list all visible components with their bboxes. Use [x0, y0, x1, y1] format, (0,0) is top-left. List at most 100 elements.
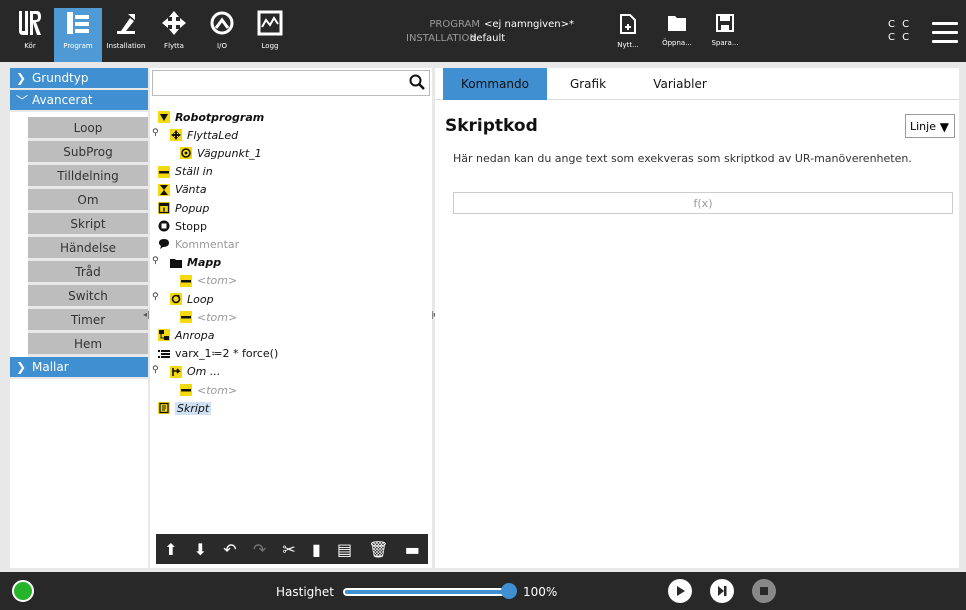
save-button-label: Spara... — [711, 39, 739, 47]
tree-node-label: Om ... — [187, 365, 221, 379]
search-icon[interactable] — [409, 74, 425, 94]
tree-node[interactable]: <tom> — [180, 308, 237, 326]
tree-node[interactable]: Vänta — [158, 181, 207, 199]
open-button-label: Öppna... — [662, 39, 692, 47]
tree-node-label: Anropa — [175, 328, 215, 342]
new-file-icon — [620, 14, 636, 34]
tree-node[interactable]: Ställ in — [158, 163, 213, 181]
cut-icon[interactable]: ✂ — [282, 540, 295, 559]
nav-log[interactable]: Logg — [246, 8, 294, 62]
undo-icon[interactable]: ↶ — [223, 540, 236, 559]
empty-icon — [180, 274, 192, 287]
tree-node[interactable]: Loop — [170, 290, 214, 308]
tree-toolbar: ⬆ ⬇ ↶ ↷ ✂ ▮ ▤ 🗑 ▬ — [156, 534, 428, 564]
new-button[interactable]: Nytt... — [608, 14, 648, 49]
open-button[interactable]: Öppna... — [657, 14, 697, 47]
tree-node[interactable]: Anropa — [158, 326, 214, 344]
node-button-timer[interactable]: Timer — [28, 309, 148, 333]
installation-name: default — [470, 33, 506, 44]
copy-icon[interactable]: ▮ — [312, 540, 321, 559]
tree-node[interactable]: Robotprogram — [158, 108, 264, 126]
collapse-sidebar-handle-icon[interactable]: ◂| — [143, 310, 150, 319]
speed-value: 100% — [523, 585, 558, 599]
paste-icon[interactable]: ▤ — [337, 540, 352, 559]
category-templates[interactable]: ❯ Mallar — [10, 357, 148, 379]
tree-node[interactable]: FlyttaLed — [170, 126, 238, 144]
status-line-2: C C — [888, 32, 912, 43]
step-button[interactable] — [710, 579, 734, 603]
move-down-icon[interactable]: ⬇ — [194, 540, 207, 559]
tree-node-label: <tom> — [197, 274, 238, 288]
node-button-assignment[interactable]: Tilldelning — [28, 165, 148, 189]
tree-node[interactable]: Kommentar — [158, 235, 239, 253]
tree-node[interactable]: Popup — [158, 199, 209, 217]
folder-icon — [170, 257, 182, 269]
tree-node-label: <tom> — [197, 383, 238, 397]
save-button[interactable]: Spara... — [705, 14, 745, 47]
category-basic[interactable]: ❯ Grundtyp — [10, 68, 148, 90]
tree-node[interactable]: Skript — [158, 399, 212, 417]
program-label: PROGRAM — [429, 19, 480, 30]
io-icon — [207, 8, 237, 38]
node-button-switch[interactable]: Switch — [28, 285, 148, 309]
tree-node-label: Vänta — [175, 183, 207, 197]
suppress-icon[interactable]: ▬ — [405, 540, 420, 559]
set-icon — [158, 165, 170, 178]
wait-icon — [158, 183, 170, 196]
search-input[interactable] — [152, 70, 430, 96]
tree-node[interactable]: <tom> — [180, 381, 237, 399]
node-button-subprog[interactable]: SubProg — [28, 141, 148, 165]
expand-pin-icon[interactable]: ⚲ — [152, 365, 159, 375]
stop-button[interactable] — [752, 579, 776, 603]
move-up-icon[interactable]: ⬆ — [164, 540, 177, 559]
bottom-bar: Hastighet 100% — [0, 572, 966, 610]
nav-io[interactable]: I/O — [198, 8, 246, 62]
nav-move[interactable]: Flytta — [150, 8, 198, 62]
delete-icon[interactable]: 🗑 — [368, 540, 388, 559]
tree-node-label: Stopp — [175, 219, 207, 233]
tree-node[interactable]: varx_1≔2 * force() — [158, 345, 278, 363]
category-advanced[interactable]: ﹀ Avancerat — [10, 90, 148, 112]
category-advanced-label: Avancerat — [32, 93, 93, 107]
nav-move-label: Flytta — [164, 42, 184, 50]
call-icon — [158, 329, 170, 342]
nav-installation[interactable]: Installation — [102, 8, 150, 62]
tab-command[interactable]: Kommando — [443, 68, 547, 100]
tree-node[interactable]: <tom> — [180, 272, 237, 290]
node-detail-panel: Kommando Grafik Variabler Skriptkod Linj… — [435, 68, 959, 568]
tab-graphics[interactable]: Grafik — [553, 68, 623, 100]
redo-icon[interactable]: ↷ — [253, 540, 266, 559]
category-basic-label: Grundtyp — [32, 71, 89, 85]
node-button-thread[interactable]: Tråd — [28, 261, 148, 285]
node-button-script[interactable]: Skript — [28, 213, 148, 237]
node-button-if[interactable]: Om — [28, 189, 148, 213]
nav-io-label: I/O — [217, 42, 227, 50]
speed-slider-knob[interactable] — [501, 583, 517, 599]
node-button-home[interactable]: Hem — [28, 333, 148, 357]
expand-pin-icon[interactable]: ⚲ — [152, 292, 159, 302]
loop-icon — [170, 293, 182, 305]
nav-program[interactable]: Program — [54, 8, 102, 62]
hamburger-menu-icon[interactable] — [932, 22, 958, 49]
script-expression-field[interactable]: f(x) — [453, 192, 953, 214]
play-button[interactable] — [668, 579, 692, 603]
tab-variables[interactable]: Variabler — [635, 68, 725, 100]
chevron-right-icon: ❯ — [16, 360, 27, 374]
nav-run[interactable]: Kör — [6, 8, 54, 62]
tree-node[interactable]: Mapp — [170, 254, 221, 272]
tree-node-label: Popup — [175, 201, 210, 215]
power-status-button[interactable] — [12, 580, 34, 602]
speed-slider[interactable] — [343, 583, 517, 599]
expand-pin-icon[interactable]: ⚲ — [152, 256, 159, 266]
tree-node[interactable]: Stopp — [158, 217, 207, 235]
stop-icon — [760, 587, 768, 595]
node-button-event[interactable]: Händelse — [28, 237, 148, 261]
expand-pin-icon[interactable]: ⚲ — [152, 128, 159, 138]
tree-node-label: varx_1≔2 * force() — [175, 347, 279, 361]
tree-node[interactable]: Om ... — [170, 363, 220, 381]
tree-node-label: Vägpunkt_1 — [197, 146, 262, 160]
tree-node[interactable]: Vägpunkt_1 — [180, 144, 262, 162]
node-button-loop[interactable]: Loop — [28, 117, 148, 141]
script-mode-dropdown[interactable]: Linje ▼ — [905, 114, 955, 138]
new-button-label: Nytt... — [617, 41, 639, 49]
